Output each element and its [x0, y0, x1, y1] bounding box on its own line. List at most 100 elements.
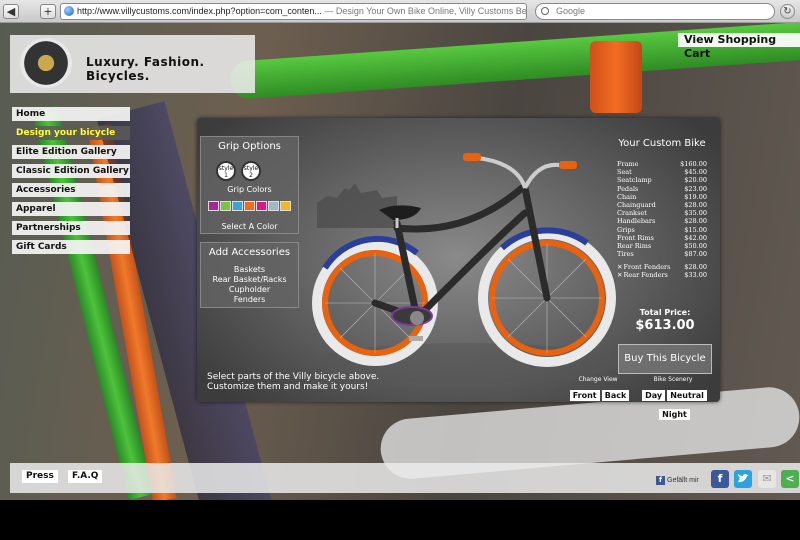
part-name: Rear Rims — [617, 241, 652, 250]
grip-right[interactable] — [559, 161, 577, 169]
view-cart-link[interactable]: View Shopping Cart — [678, 33, 800, 60]
accessory-rear-basket[interactable]: Rear Basket/Racks — [201, 275, 298, 284]
grip-style-1-button[interactable]: style 1 — [216, 161, 236, 181]
accessory-price-row[interactable]: ✕Front Fenders $28.00 — [617, 263, 713, 271]
grip-style-2-button[interactable]: style 2 — [241, 161, 261, 181]
grip-color-swatch[interactable] — [220, 201, 231, 211]
price-row[interactable]: Front Rims $42.00 — [617, 234, 713, 242]
grip-color-swatch[interactable] — [232, 201, 243, 211]
reload-icon[interactable]: ↻ — [780, 4, 795, 19]
view-back-button[interactable]: Back — [601, 390, 630, 401]
main-nav: Home Design your bicycle Elite Edition G… — [12, 107, 130, 259]
nav-item-accessories[interactable]: Accessories — [12, 183, 130, 197]
villy-emblem-logo[interactable] — [20, 38, 72, 88]
grip-style-1-number: 1 — [224, 172, 228, 179]
part-price: $33.00 — [684, 271, 707, 280]
faq-link[interactable]: F.A.Q — [68, 470, 103, 483]
part-name: Rear Fenders — [623, 271, 668, 280]
part-name: Seatclamp — [617, 176, 652, 185]
nav-item-gift-cards[interactable]: Gift Cards — [12, 240, 130, 254]
price-row[interactable]: Crankset $35.00 — [617, 209, 713, 217]
instructions-line-2: Customize them and make it yours! — [207, 382, 369, 392]
search-icon — [541, 7, 549, 15]
accessories-title: Add Accessories — [208, 247, 291, 258]
part-price: $28.00 — [684, 200, 707, 209]
twitter-icon[interactable] — [734, 470, 752, 488]
price-row[interactable]: Chainguard $28.00 — [617, 201, 713, 209]
pedal[interactable] — [409, 336, 423, 341]
scenery-day-button[interactable]: Day — [642, 390, 666, 401]
bg-orange-grip — [590, 41, 642, 113]
accessory-baskets[interactable]: Baskets — [201, 265, 298, 274]
crankset[interactable] — [410, 311, 424, 325]
part-name: Chainguard — [617, 200, 656, 209]
scenery-night-button[interactable]: Night — [659, 409, 690, 420]
price-row[interactable]: Seatclamp $20.00 — [617, 176, 713, 184]
scenery-label: Bike Scenery — [653, 376, 693, 383]
grip-color-swatches — [208, 197, 300, 216]
accessory-price-row[interactable]: ✕Rear Fenders $33.00 — [617, 271, 713, 279]
nav-item-apparel[interactable]: Apparel — [12, 202, 130, 216]
price-summary: Your Custom Bike Frame $160.00 Seat $45.00 S… — [617, 138, 713, 333]
price-table: Frame $160.00 Seat $45.00 Seatclamp $20.00 Ped… — [617, 160, 713, 280]
scenery-neutral-button[interactable]: Neutral — [667, 390, 707, 401]
total-label: Total Price: — [639, 308, 691, 317]
change-view-label: Change View — [578, 376, 618, 383]
new-tab-button[interactable]: + — [40, 4, 56, 19]
part-name: Crankset — [617, 209, 647, 218]
nav-item-home[interactable]: Home — [12, 107, 130, 121]
part-price: $28.00 — [684, 263, 707, 272]
remove-icon[interactable]: ✕ — [617, 263, 622, 271]
grip-color-swatch[interactable] — [268, 201, 279, 211]
bottom-black-band — [0, 500, 800, 540]
price-row[interactable]: Tires $87.00 — [617, 250, 713, 258]
back-button[interactable]: ◀ — [3, 4, 19, 19]
accessory-cupholder[interactable]: Cupholder — [201, 285, 298, 294]
footer-bar: Press F.A.Q f Gefällt mir f ✉ < — [10, 463, 800, 493]
part-name: Pedals — [617, 184, 639, 193]
share-icon[interactable]: < — [781, 470, 799, 488]
grip-options-panel: Grip Options style 1 style 2 Grip Colors… — [200, 136, 299, 234]
part-name: Handlebars — [617, 217, 656, 226]
grip-color-swatch[interactable] — [256, 201, 267, 211]
summary-title: Your Custom Bike — [618, 138, 706, 149]
price-row[interactable]: Grips $15.00 — [617, 226, 713, 234]
price-row[interactable]: Rear Rims $50.00 — [617, 242, 713, 250]
nav-item-partnerships[interactable]: Partnerships — [12, 221, 130, 235]
facebook-like-button[interactable]: f Gefällt mir — [656, 476, 699, 485]
grip-color-swatch[interactable] — [208, 201, 219, 211]
nav-item-elite-gallery[interactable]: Elite Edition Gallery — [12, 145, 130, 159]
search-input[interactable]: Google — [535, 3, 775, 20]
part-price: $35.00 — [684, 209, 707, 218]
city-skyline — [317, 183, 397, 228]
email-icon[interactable]: ✉ — [758, 470, 776, 488]
accessories-panel: Add Accessories Baskets Rear Basket/Rack… — [200, 242, 299, 308]
buy-bicycle-button[interactable]: Buy This Bicycle — [618, 344, 712, 374]
view-front-button[interactable]: Front — [569, 390, 600, 401]
accessory-fenders[interactable]: Fenders — [201, 295, 298, 304]
bicycle-preview[interactable] — [297, 128, 617, 388]
grip-color-swatch[interactable] — [280, 201, 291, 211]
nav-item-classic-gallery[interactable]: Classic Edition Gallery — [12, 164, 130, 178]
grip-color-swatch[interactable] — [244, 201, 255, 211]
grip-left[interactable] — [463, 153, 481, 161]
price-row[interactable]: Pedals $23.00 — [617, 185, 713, 193]
price-row[interactable]: Handlebars $28.00 — [617, 217, 713, 225]
scenery-group: Bike Scenery Day Neutral Night — [630, 376, 716, 421]
bike-configurator: Grip Options style 1 style 2 Grip Colors… — [197, 118, 720, 420]
facebook-icon[interactable]: f — [711, 470, 729, 488]
facebook-like-icon: f — [656, 476, 665, 485]
globe-icon — [64, 6, 74, 16]
nav-item-design[interactable]: Design your bicycle — [12, 126, 130, 140]
price-row[interactable]: Seat $45.00 — [617, 168, 713, 176]
grip-style-2-number: 2 — [249, 172, 253, 179]
browser-toolbar: ◀ + http://www.villycustoms.com/index.ph… — [0, 0, 800, 23]
part-price: $20.00 — [684, 176, 707, 185]
remove-icon[interactable]: ✕ — [617, 271, 622, 279]
handlebars[interactable] — [476, 156, 566, 189]
price-row[interactable]: Frame $160.00 — [617, 160, 713, 168]
address-bar[interactable]: http://www.villycustoms.com/index.php?op… — [60, 3, 527, 20]
press-link[interactable]: Press — [22, 470, 58, 483]
address-page-title: — Design Your Own Bike Online, Villy Cus… — [324, 6, 527, 16]
price-row[interactable]: Chain $19.00 — [617, 193, 713, 201]
